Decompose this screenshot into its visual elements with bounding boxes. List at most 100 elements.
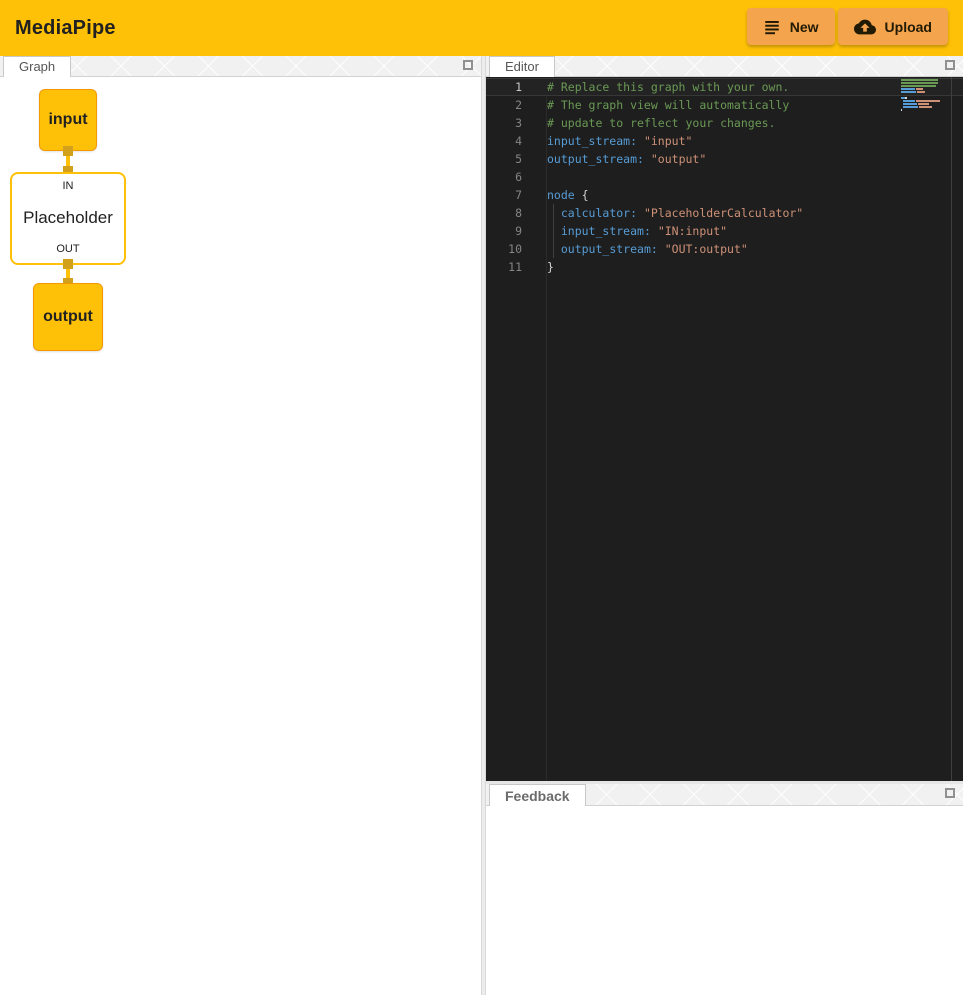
minimap-line — [901, 97, 941, 99]
code-editor[interactable]: 1 # Replace this graph with your own. 2 # T… — [486, 77, 963, 781]
new-button[interactable]: New — [747, 8, 835, 45]
code-token-key: node — [547, 188, 575, 202]
tab-feedback[interactable]: Feedback — [489, 784, 586, 806]
code-lines: 1 # Replace this graph with your own. 2 # T… — [486, 78, 963, 276]
code-line[interactable]: 3 # update to reflect your changes. — [486, 114, 963, 132]
code-token-plain: { — [575, 188, 589, 202]
code-text: calculator: "PlaceholderCalculator" — [522, 204, 803, 222]
code-token-plain: } — [547, 260, 554, 274]
graph-node-placeholder[interactable]: IN Placeholder OUT — [10, 172, 126, 265]
graph-canvas[interactable]: input IN Placeholder OUT output — [0, 77, 481, 995]
code-token-string: "output" — [651, 152, 706, 166]
feedback-panel: Feedback — [486, 784, 963, 995]
code-line[interactable]: 4input_stream: "input" — [486, 132, 963, 150]
code-line[interactable]: 6 — [486, 168, 963, 186]
code-line[interactable]: 1 # Replace this graph with your own. — [486, 78, 963, 96]
code-token-key: input_stream: — [547, 134, 637, 148]
code-token-string: "PlaceholderCalculator" — [644, 206, 803, 220]
new-graph-list-icon — [763, 18, 781, 36]
minimap-segment — [916, 100, 940, 102]
line-number: 10 — [486, 240, 522, 258]
code-token-key: input_stream: — [561, 224, 651, 238]
minimap-segment — [901, 79, 938, 81]
feedback-content — [486, 806, 963, 995]
editor-panel: Editor 1 # Replace this graph with your o… — [486, 56, 963, 781]
minimap-segment — [903, 100, 915, 102]
minimap-line — [901, 94, 941, 96]
code-token-key: output_stream: — [547, 152, 644, 166]
editor-scrollbar[interactable] — [951, 77, 952, 781]
line-number: 9 — [486, 222, 522, 240]
graph-node-output-label: output — [43, 308, 93, 326]
code-token-comment: # Replace this graph with your own. — [547, 80, 789, 94]
line-number: 4 — [486, 132, 522, 150]
code-text — [522, 168, 547, 186]
line-number: 3 — [486, 114, 522, 132]
mediapipe-visualizer-app: MediaPipe New — [0, 0, 963, 995]
editor-minimap[interactable] — [901, 79, 941, 112]
editor-maximize-icon[interactable] — [945, 60, 955, 70]
minimap-line — [901, 85, 941, 87]
minimap-line — [901, 79, 941, 81]
minimap-segment — [903, 103, 917, 105]
minimap-line — [901, 88, 941, 90]
minimap-segment — [918, 103, 929, 105]
graph-node-placeholder-title: Placeholder — [23, 208, 113, 228]
code-text: # update to reflect your changes. — [522, 114, 775, 132]
code-line[interactable]: 2 # The graph view will automatically — [486, 96, 963, 114]
minimap-segment — [919, 106, 932, 108]
graph-port-input-bottom — [63, 146, 73, 156]
graph-port-in-label: IN — [63, 180, 74, 192]
indent-guide — [553, 204, 554, 258]
code-token-key: output_stream: — [561, 242, 658, 256]
cloud-upload-icon — [854, 16, 876, 38]
feedback-maximize-icon[interactable] — [945, 788, 955, 798]
page-title: MediaPipe — [15, 17, 116, 40]
graph-node-input-label: input — [48, 111, 87, 129]
line-number: 1 — [486, 79, 522, 95]
code-line[interactable]: 5output_stream: "output" — [486, 150, 963, 168]
minimap-segment — [905, 97, 907, 99]
minimap-line — [901, 91, 941, 93]
code-token-string: "OUT:output" — [665, 242, 748, 256]
code-token-key: calculator: — [561, 206, 637, 220]
app-header: MediaPipe New — [0, 0, 963, 56]
code-token-string: "input" — [644, 134, 692, 148]
line-number: 7 — [486, 186, 522, 204]
graph-node-output[interactable]: output — [33, 283, 103, 351]
editor-tabstrip: Editor — [486, 56, 963, 77]
code-token-comment: # The graph view will automatically — [547, 98, 789, 112]
code-text: # Replace this graph with your own. — [522, 79, 789, 95]
line-number: 11 — [486, 258, 522, 276]
minimap-line — [901, 103, 941, 105]
minimap-segment — [901, 91, 916, 93]
code-text: input_stream: "input" — [522, 132, 692, 150]
code-token-plain — [637, 134, 644, 148]
header-actions: New Upload — [747, 8, 948, 45]
code-text: } — [522, 258, 554, 276]
code-token-plain — [651, 224, 658, 238]
code-text: node { — [522, 186, 589, 204]
minimap-segment — [916, 88, 923, 90]
code-token-plain — [644, 152, 651, 166]
minimap-segment — [901, 109, 902, 111]
tab-graph[interactable]: Graph — [3, 56, 71, 77]
minimap-segment — [903, 106, 918, 108]
graph-maximize-icon[interactable] — [463, 60, 473, 70]
upload-button[interactable]: Upload — [838, 8, 948, 45]
code-token-plain — [637, 206, 644, 220]
tab-editor[interactable]: Editor — [489, 56, 555, 77]
code-token-string: "IN:input" — [658, 224, 727, 238]
code-line[interactable]: 8 calculator: "PlaceholderCalculator" — [486, 204, 963, 222]
minimap-segment — [901, 85, 936, 87]
graph-node-input[interactable]: input — [39, 89, 97, 151]
code-line[interactable]: 7node { — [486, 186, 963, 204]
line-number: 2 — [486, 96, 522, 114]
code-text: output_stream: "OUT:output" — [522, 240, 748, 258]
code-line[interactable]: 9 input_stream: "IN:input" — [486, 222, 963, 240]
code-line[interactable]: 11} — [486, 258, 963, 276]
new-button-label: New — [790, 19, 819, 35]
code-line[interactable]: 10 output_stream: "OUT:output" — [486, 240, 963, 258]
code-token-comment: # update to reflect your changes. — [547, 116, 775, 130]
graph-port-node-out — [63, 259, 73, 269]
